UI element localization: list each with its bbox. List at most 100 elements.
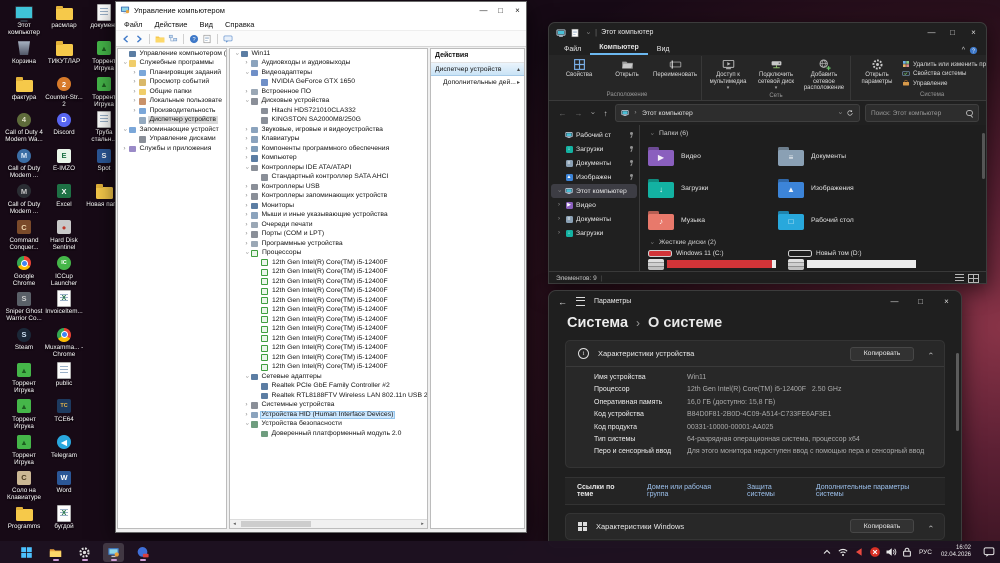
desktop-icon[interactable]: E E-IMZO [44,145,84,181]
desktop-icon[interactable]: X InvoiceItem... [44,288,84,324]
thumbnails-view-icon[interactable] [968,273,979,283]
tree-expand-icon[interactable]: › [243,126,250,133]
mmc-titlebar[interactable]: Управление компьютером — □ × [116,2,526,18]
chevron-icon[interactable]: › [556,230,562,236]
sidebar-item[interactable]: › ▶ Видео [549,198,639,212]
tab-Вид[interactable]: Вид [648,45,679,55]
device-tree-item[interactable]: › Компьютер [230,154,427,164]
tree-expand-icon[interactable]: › [243,183,250,190]
tree-collapse-icon[interactable]: › [234,50,241,57]
tree-expand-icon[interactable]: › [243,193,250,200]
device-tree-item[interactable]: › Устройства HID (Human Interface Devices… [230,410,427,420]
search-icon[interactable] [966,109,973,117]
minimize-icon[interactable]: — [923,26,940,40]
tree-expand-icon[interactable]: › [243,411,250,418]
console-tree-item[interactable]: › Служебные программы [118,59,226,69]
tree-collapse-icon[interactable]: › [244,250,251,257]
start-button[interactable] [16,543,37,562]
desktop-icon[interactable]: public [44,360,84,396]
folders-section-header[interactable]: › Папки (6) [648,128,978,139]
sidebar-item[interactable]: Рабочий ст [549,128,639,142]
windows-specs-header[interactable]: Характеристики Windows Копировать › [566,514,944,539]
minimize-icon[interactable]: — [475,3,492,17]
device-tree-item[interactable]: › Процессоры [230,249,427,259]
tree-expand-icon[interactable]: › [243,155,250,162]
tree-expand-icon[interactable]: › [243,240,250,247]
actions-more[interactable]: Дополнительные дей... ▸ [431,76,524,89]
close-icon[interactable]: × [509,3,526,17]
forward-icon[interactable]: → [572,109,585,118]
folder-tile[interactable]: ♪ Музыка [648,204,778,236]
folder-icon[interactable] [155,34,165,44]
device-tree-item[interactable]: › Мониторы [230,201,427,211]
device-tree-item[interactable]: 12th Gen Intel(R) Core(TM) i5-12400F [230,258,427,268]
device-tree-item[interactable]: › Win11 [230,49,427,59]
collapse-icon[interactable]: › [926,525,935,528]
taskbar-settings[interactable] [74,543,95,562]
notifications-icon[interactable] [983,546,995,558]
up-icon[interactable]: ↑ [599,109,612,118]
device-tree-item[interactable]: › Системные устройства [230,401,427,411]
sidebar-item[interactable]: › ↓ Загрузки [549,226,639,240]
expand-icon[interactable]: ▸ [517,79,520,86]
device-tree-item[interactable]: 12th Gen Intel(R) Core(TM) i5-12400F [230,353,427,363]
explorer-titlebar[interactable]: › | Этот компьютер — □ × [549,23,986,42]
search-input[interactable]: Поиск: Этот компьютер [865,104,979,122]
desktop-icon[interactable]: S Sniper Ghost Warrior Co... [4,288,44,324]
desktop-icon[interactable]: ◀ Telegram [44,432,84,468]
related-link[interactable]: Дополнительные параметры системы [816,484,933,498]
device-tree-item[interactable]: › Видеоадаптеры [230,68,427,78]
help-icon[interactable]: ? [969,46,978,55]
tree-expand-icon[interactable]: › [243,212,250,219]
console-tree-item[interactable]: › Запоминающие устройст [118,125,226,135]
minimize-ribbon-icon[interactable]: ^ [962,47,965,54]
disk-tile[interactable]: Windows 11 (C:) [648,250,776,270]
hidden-icons-chevron-icon[interactable] [821,546,833,558]
ribbon-small-button[interactable]: Управление [902,79,986,87]
device-tree-item[interactable]: › Контроллеры USB [230,182,427,192]
vertical-scrollbar[interactable] [982,133,985,179]
desktop-icon[interactable]: C Command Conquer... [4,217,44,253]
folder-tile[interactable]: ≡ Документы [778,140,908,172]
copy-button[interactable]: Копировать [849,519,915,534]
tab-Компьютер[interactable]: Компьютер [590,43,648,55]
scroll-right-icon[interactable]: ▸ [418,521,427,527]
device-tree-item[interactable]: Стандартный контроллер SATA AHCI [230,173,427,183]
related-link[interactable]: Домен или рабочая группа [647,484,730,498]
tree-expand-icon[interactable]: › [243,221,250,228]
volume-icon[interactable] [885,546,897,558]
close-icon[interactable]: × [938,295,955,309]
back-icon[interactable] [121,34,131,44]
tree-expand-icon[interactable]: › [121,145,128,152]
help-icon[interactable]: ? [189,34,199,44]
console-tree-item[interactable]: › Службы и приложения [118,144,226,154]
desktop-icon[interactable]: IC ICCup Launcher [44,253,84,289]
address-bar[interactable]: › Этот компьютер › [615,104,860,122]
alert-badge-icon[interactable] [869,546,881,558]
console-tree-item[interactable]: › Просмотр событий [118,78,226,88]
horizontal-scrollbar[interactable]: ◂ ▸ [230,519,427,528]
tree-expand-icon[interactable]: › [131,69,138,76]
desktop-icon[interactable]: D Discord [44,109,84,145]
refresh-icon[interactable] [846,109,854,117]
console-tree-item[interactable]: › Планировщик заданий [118,68,226,78]
back-icon[interactable]: ← [556,109,569,118]
tree-collapse-icon[interactable]: › [244,164,251,171]
console-tree-item[interactable]: Управление компьютером (л [118,49,226,59]
desktop-icon[interactable]: Muxamma... - Chrome [44,324,84,360]
desktop-icon[interactable]: ТИКУТЛАР [44,38,84,74]
tree-collapse-icon[interactable]: › [122,126,129,133]
ribbon-button[interactable]: Свойства [556,56,602,91]
device-tree-item[interactable]: KINGSTON SA2000M8/250G [230,116,427,126]
device-tree-item[interactable]: › Контроллеры IDE ATA/ATAPI [230,163,427,173]
collapse-icon[interactable]: › [649,239,655,246]
folder-tile[interactable]: ↓ Загрузки [648,172,778,204]
device-tree-item[interactable]: 12th Gen Intel(R) Core(TM) i5-12400F [230,268,427,278]
tree-expand-icon[interactable]: › [243,145,250,152]
device-tree-item[interactable]: Realtek PCIe GbE Family Controller #2 [230,382,427,392]
device-tree-item[interactable]: › Аудиовходы и аудиовыходы [230,59,427,69]
security-lock-icon[interactable] [901,546,913,558]
device-tree-item[interactable]: Realtek RTL8188FTV Wireless LAN 802.11n … [230,391,427,401]
vertical-scrollbar[interactable] [956,353,959,431]
tree-collapse-icon[interactable]: › [244,421,251,428]
